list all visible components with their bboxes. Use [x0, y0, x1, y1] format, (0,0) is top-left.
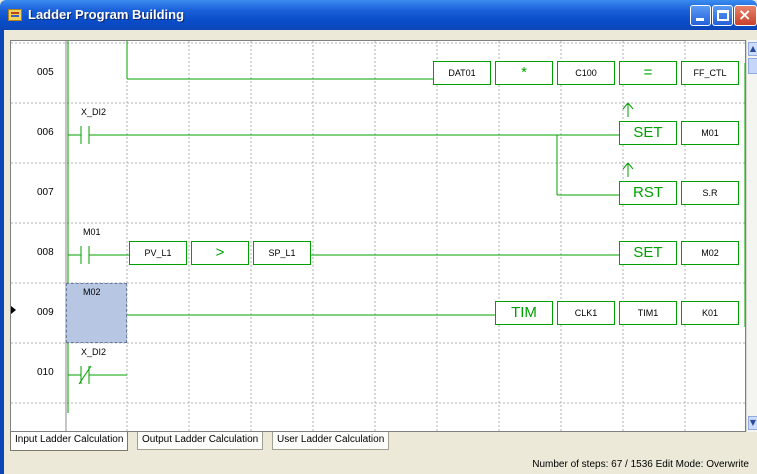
scroll-up-button[interactable]: ▲ — [748, 42, 757, 56]
ladder-operator[interactable]: = — [619, 61, 677, 85]
scroll-down-button[interactable]: ▼ — [748, 416, 757, 430]
ladder-grid[interactable]: 005 006 007 008 009 010 X_DI2 M01 M02 X_… — [10, 40, 746, 432]
status-bar: Number of steps: 67 / 1536 Edit Mode: Ov… — [4, 455, 757, 474]
edge-arrow — [622, 102, 629, 110]
minimize-button[interactable] — [690, 5, 711, 26]
row-number: 006 — [37, 127, 54, 138]
ladder-instruction[interactable]: SET — [619, 241, 677, 265]
title-bar[interactable]: Ladder Program Building × — [0, 0, 757, 30]
row-number: 007 — [37, 187, 54, 198]
row-number: 008 — [37, 247, 54, 258]
ladder-instruction[interactable]: TIM — [495, 301, 553, 325]
ladder-parameter[interactable]: K01 — [681, 301, 739, 325]
ladder-destination[interactable]: FF_CTL — [681, 61, 739, 85]
ladder-operand[interactable]: DAT01 — [433, 61, 491, 85]
edge-arrow — [622, 162, 629, 170]
ladder-operator[interactable]: > — [191, 241, 249, 265]
ladder-instruction[interactable]: SET — [619, 121, 677, 145]
contact-label: X_DI2 — [81, 347, 107, 357]
row-header[interactable]: 008 — [11, 223, 66, 283]
ladder-destination[interactable]: M02 — [681, 241, 739, 265]
ladder-operand[interactable]: SP_L1 — [253, 241, 311, 265]
tab-user-ladder[interactable]: User Ladder Calculation — [272, 432, 390, 450]
contact-label: M02 — [83, 287, 101, 297]
ladder-parameter[interactable]: TIM1 — [619, 301, 677, 325]
scroll-thumb[interactable] — [748, 58, 757, 74]
maximize-icon — [717, 10, 729, 21]
row-header[interactable]: 007 — [11, 163, 66, 223]
current-row-marker — [11, 306, 17, 315]
maximize-button[interactable] — [712, 5, 733, 26]
status-text: Number of steps: 67 / 1536 Edit Mode: Ov… — [532, 459, 749, 470]
close-button[interactable]: × — [734, 5, 757, 26]
tab-input-ladder[interactable]: Input Ladder Calculation — [10, 432, 129, 451]
app-icon — [8, 9, 22, 21]
row-number: 010 — [37, 367, 54, 378]
contact-label: X_DI2 — [81, 107, 107, 117]
edge-arrow — [627, 162, 634, 170]
vertical-scrollbar[interactable]: ▲ ▼ — [746, 40, 757, 432]
ladder-instruction[interactable]: RST — [619, 181, 677, 205]
ladder-lines — [11, 41, 745, 431]
edge-arrow — [627, 102, 634, 110]
ladder-operator[interactable]: * — [495, 61, 553, 85]
ladder-operand[interactable]: PV_L1 — [129, 241, 187, 265]
ladder-operand[interactable]: C100 — [557, 61, 615, 85]
row-header[interactable]: 006 — [11, 103, 66, 163]
ladder-destination[interactable]: M01 — [681, 121, 739, 145]
row-header[interactable]: 009 — [11, 283, 66, 343]
ladder-parameter[interactable]: CLK1 — [557, 301, 615, 325]
close-icon: × — [738, 5, 752, 24]
row-number: 009 — [37, 307, 54, 318]
row-number: 005 — [37, 67, 54, 78]
row-header[interactable]: 005 — [11, 43, 66, 103]
tab-output-ladder[interactable]: Output Ladder Calculation — [137, 432, 264, 450]
ladder-destination[interactable]: S.R — [681, 181, 739, 205]
window-title: Ladder Program Building — [28, 7, 185, 22]
row-header[interactable]: 010 — [11, 343, 66, 403]
contact-label: M01 — [83, 227, 101, 237]
minimize-icon — [696, 18, 704, 21]
